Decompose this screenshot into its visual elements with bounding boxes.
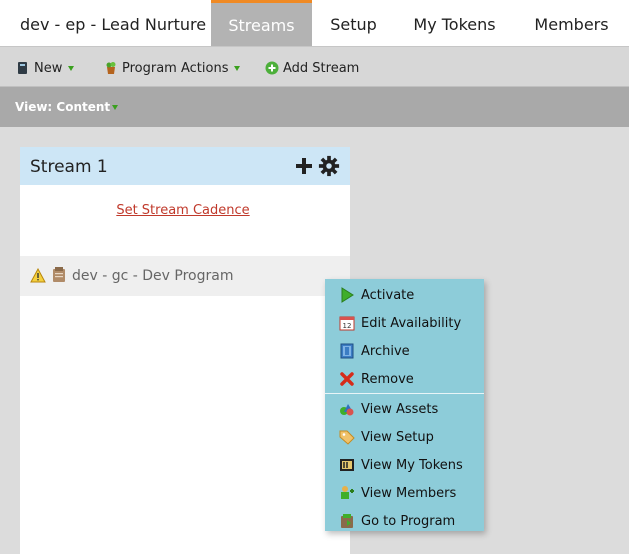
menu-item-label: Edit Availability xyxy=(361,315,462,331)
remove-icon xyxy=(340,372,354,386)
page: dev - ep - Lead Nurture Streams Setup My… xyxy=(0,0,629,554)
menu-item-label: Remove xyxy=(361,371,414,387)
new-document-icon xyxy=(18,62,27,74)
new-button[interactable]: New xyxy=(16,59,75,77)
menu-item-view-members[interactable]: View Members xyxy=(325,479,484,507)
tab-streams[interactable]: Streams xyxy=(211,0,312,46)
top-tab-bar: dev - ep - Lead Nurture Streams Setup My… xyxy=(0,0,629,46)
menu-item-remove[interactable]: Remove xyxy=(325,365,484,393)
menu-item-archive[interactable]: Archive xyxy=(325,337,484,365)
tab-setup[interactable]: Setup xyxy=(312,0,395,46)
program-actions-button[interactable]: Program Actions xyxy=(104,59,241,77)
menu-item-activate[interactable]: Activate xyxy=(325,281,484,309)
menu-item-go-to-program[interactable]: Go to Program xyxy=(325,507,484,535)
calendar-icon: 12 xyxy=(339,316,355,331)
program-actions-label: Program Actions xyxy=(122,60,229,76)
menu-item-label: View Assets xyxy=(361,401,439,417)
program-icon xyxy=(341,514,353,528)
archive-icon xyxy=(340,343,354,359)
menu-item-label: View Setup xyxy=(361,429,434,445)
stream-header: Stream 1 xyxy=(20,147,350,185)
menu-item-label: Activate xyxy=(361,287,415,303)
menu-item-label: Archive xyxy=(361,343,410,359)
stream-item[interactable]: dev - gc - Dev Program xyxy=(20,256,350,296)
setup-tag-icon xyxy=(339,430,355,445)
plus-icon[interactable] xyxy=(294,156,314,176)
toolbar: New Program Actions Add Stream xyxy=(0,46,629,87)
menu-item-view-setup[interactable]: View Setup xyxy=(325,423,484,451)
gear-icon[interactable] xyxy=(318,155,340,177)
warning-icon xyxy=(30,268,46,283)
menu-item-label: Go to Program xyxy=(361,513,456,529)
menu-item-view-my-tokens[interactable]: View My Tokens xyxy=(325,451,484,479)
menu-item-label: View My Tokens xyxy=(361,457,463,473)
view-bar: View: Content xyxy=(0,87,629,127)
assets-icon xyxy=(340,404,354,416)
new-button-label: New xyxy=(34,60,63,76)
tab-my-tokens[interactable]: My Tokens xyxy=(395,0,514,46)
view-selector[interactable]: View: Content xyxy=(15,100,119,114)
add-stream-label: Add Stream xyxy=(283,60,360,76)
play-icon xyxy=(341,287,354,303)
menu-item-label: View Members xyxy=(361,485,457,501)
set-stream-cadence-link[interactable]: Set Stream Cadence xyxy=(20,203,346,218)
stream-panel: Stream 1 Set Stream Cadence dev - gc - D… xyxy=(20,147,350,554)
tab-members[interactable]: Members xyxy=(514,0,629,46)
tokens-icon xyxy=(340,459,354,471)
chevron-down-icon xyxy=(234,65,241,71)
program-title: dev - ep - Lead Nurture xyxy=(20,15,207,34)
chevron-down-icon xyxy=(112,104,119,110)
stream-item-label: dev - gc - Dev Program xyxy=(72,268,234,284)
context-menu: Activate 12 Edit Availability Archive Re… xyxy=(325,279,484,531)
members-icon xyxy=(341,486,354,499)
program-actions-icon xyxy=(106,62,116,74)
menu-item-view-assets[interactable]: View Assets xyxy=(325,395,484,423)
menu-item-edit-availability[interactable]: 12 Edit Availability xyxy=(325,309,484,337)
add-circle-icon xyxy=(265,61,279,75)
menu-separator xyxy=(325,393,484,394)
program-icon xyxy=(53,267,65,282)
view-label: View: Content xyxy=(15,100,111,114)
chevron-down-icon xyxy=(68,65,75,71)
add-stream-button[interactable]: Add Stream xyxy=(265,59,359,77)
svg-text:12: 12 xyxy=(343,322,352,330)
stream-title: Stream 1 xyxy=(30,157,108,177)
